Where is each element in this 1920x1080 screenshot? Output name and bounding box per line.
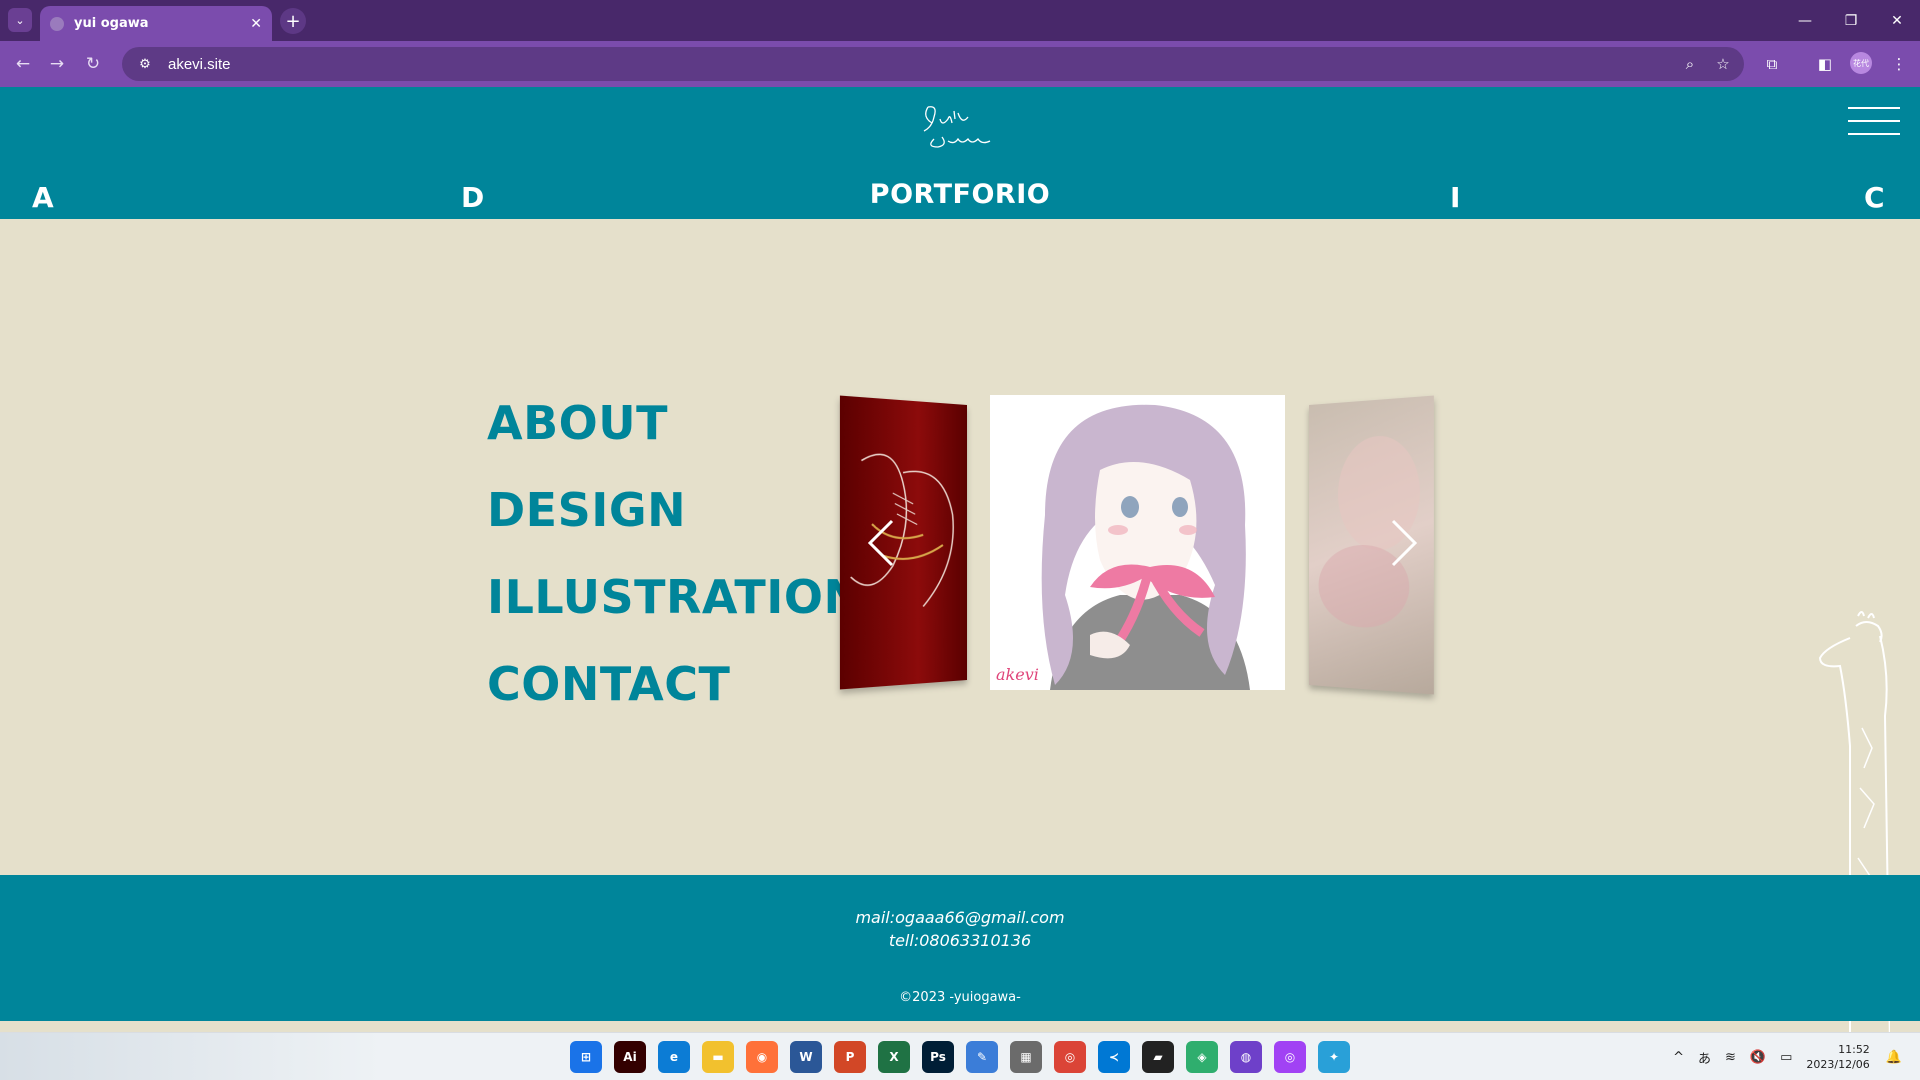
girl-illustration-image: akevi (990, 395, 1285, 690)
browser-menu-icon[interactable]: ⋮ (1886, 51, 1912, 77)
restore-button[interactable]: ❐ (1828, 0, 1874, 41)
minimize-button[interactable]: — (1782, 0, 1828, 41)
taskbar-powerpoint-icon[interactable]: P (834, 1041, 866, 1073)
extensions-icon[interactable]: ⧉ (1759, 51, 1785, 77)
hamburger-menu-icon[interactable] (1848, 107, 1900, 147)
side-panel-icon[interactable]: ◧ (1812, 51, 1838, 77)
taskbar-word-icon[interactable]: W (790, 1041, 822, 1073)
clock-time: 11:52 (1806, 1042, 1869, 1057)
close-window-button[interactable]: ✕ (1874, 0, 1920, 41)
browser-toolbar: ← → ↻ ⚙ akevi.site ⌕ ☆ ⧉ ◧ ⋮ (0, 41, 1920, 87)
bookmark-star-icon[interactable]: ☆ (1712, 53, 1734, 75)
signature-text: akevi (996, 665, 1039, 684)
volume-icon[interactable]: 🔇 (1750, 1050, 1766, 1065)
taskbar-firefox-icon[interactable]: ◉ (746, 1041, 778, 1073)
taskbar-edge-icon[interactable]: e (658, 1041, 690, 1073)
forward-icon[interactable]: → (44, 51, 70, 77)
logo-signature[interactable] (910, 101, 1010, 157)
footer-tell[interactable]: tell:08063310136 (0, 931, 1920, 950)
site-info-icon[interactable]: ⚙ (130, 57, 160, 72)
taskbar-illustrator-icon[interactable]: Ai (614, 1041, 646, 1073)
zoom-icon[interactable]: ⌕ (1679, 53, 1701, 75)
taskbar-app-blue-icon[interactable]: ✦ (1318, 1041, 1350, 1073)
menu-illustration[interactable]: ILLUSTRATION (487, 570, 863, 657)
taskbar-start-icon[interactable]: ⊞ (570, 1041, 602, 1073)
wifi-icon[interactable]: ≋ (1725, 1050, 1736, 1065)
taskbar-chrome-icon[interactable]: ◎ (1054, 1041, 1086, 1073)
os-taskbar: ⊞ Ai e ▬ ◉ W P X Ps ✎ ▦ ◎ ≺ ▰ ◈ ◍ ◎ ✦ ^ あ ≋ 🔇 ▭ 11:52 202… (0, 1032, 1920, 1080)
new-tab-button[interactable]: + (280, 8, 306, 34)
taskbar-explorer-icon[interactable]: ▬ (702, 1041, 734, 1073)
tab-close-icon[interactable]: ✕ (250, 16, 262, 32)
taskbar-sticky-icon[interactable]: ▰ (1142, 1041, 1174, 1073)
footer-copyright: ©2023 -yuiogawa- (0, 990, 1920, 1005)
address-bar[interactable]: ⚙ akevi.site ⌕ ☆ (122, 47, 1744, 81)
notification-icon[interactable]: 🔔 (1886, 1050, 1902, 1065)
menu-contact[interactable]: CONTACT (487, 657, 863, 744)
illustration-carousel: akevi (842, 395, 1432, 690)
ime-indicator[interactable]: あ (1698, 1048, 1711, 1067)
taskbar-excel-icon[interactable]: X (878, 1041, 910, 1073)
main-menu: ABOUT DESIGN ILLUSTRATION CONTACT (487, 396, 863, 744)
profile-avatar[interactable]: 花代 (1850, 52, 1872, 74)
taskbar-app-green-icon[interactable]: ◈ (1186, 1041, 1218, 1073)
taskbar-chrome-profile-icon[interactable]: ◎ (1274, 1041, 1306, 1073)
favicon-icon (50, 17, 64, 31)
menu-about[interactable]: ABOUT (487, 396, 863, 483)
back-icon[interactable]: ← (10, 51, 36, 77)
tab-active[interactable]: yui ogawa ✕ (40, 6, 272, 41)
tray-chevron-icon[interactable]: ^ (1673, 1050, 1684, 1065)
carousel-next-arrow-icon[interactable] (1383, 515, 1423, 571)
tab-title: yui ogawa (74, 16, 250, 31)
site-title: PORTFORIO (0, 179, 1920, 210)
taskbar-paint-icon[interactable]: ✎ (966, 1041, 998, 1073)
browser-tab-bar: ⌄ yui ogawa ✕ + — ❐ ✕ (0, 0, 1920, 41)
clock-date: 2023/12/06 (1806, 1057, 1869, 1072)
site-header: A D PORTFORIO I C (0, 87, 1920, 219)
site-footer: mail:ogaaa66@gmail.com tell:08063310136 … (0, 875, 1920, 1021)
footer-mail[interactable]: mail:ogaaa66@gmail.com (0, 908, 1920, 927)
url-text[interactable]: akevi.site (168, 56, 231, 73)
tab-search-icon[interactable]: ⌄ (8, 8, 32, 32)
taskbar-photoshop-icon[interactable]: Ps (922, 1041, 954, 1073)
reload-icon[interactable]: ↻ (80, 51, 106, 77)
carousel-slide-current[interactable]: akevi (990, 395, 1285, 690)
taskbar-vscode-icon[interactable]: ≺ (1098, 1041, 1130, 1073)
sneaker-drawing-image (840, 396, 967, 690)
header-letter-i[interactable]: I (1450, 181, 1460, 214)
system-clock[interactable]: 11:52 2023/12/06 (1806, 1042, 1869, 1072)
carousel-prev-arrow-icon[interactable] (862, 515, 902, 571)
carousel-slide-previous[interactable] (840, 396, 967, 690)
taskbar-calculator-icon[interactable]: ▦ (1010, 1041, 1042, 1073)
taskbar-github-icon[interactable]: ◍ (1230, 1041, 1262, 1073)
menu-design[interactable]: DESIGN (487, 483, 863, 570)
header-letter-c[interactable]: C (1864, 181, 1885, 214)
battery-icon[interactable]: ▭ (1780, 1050, 1792, 1065)
